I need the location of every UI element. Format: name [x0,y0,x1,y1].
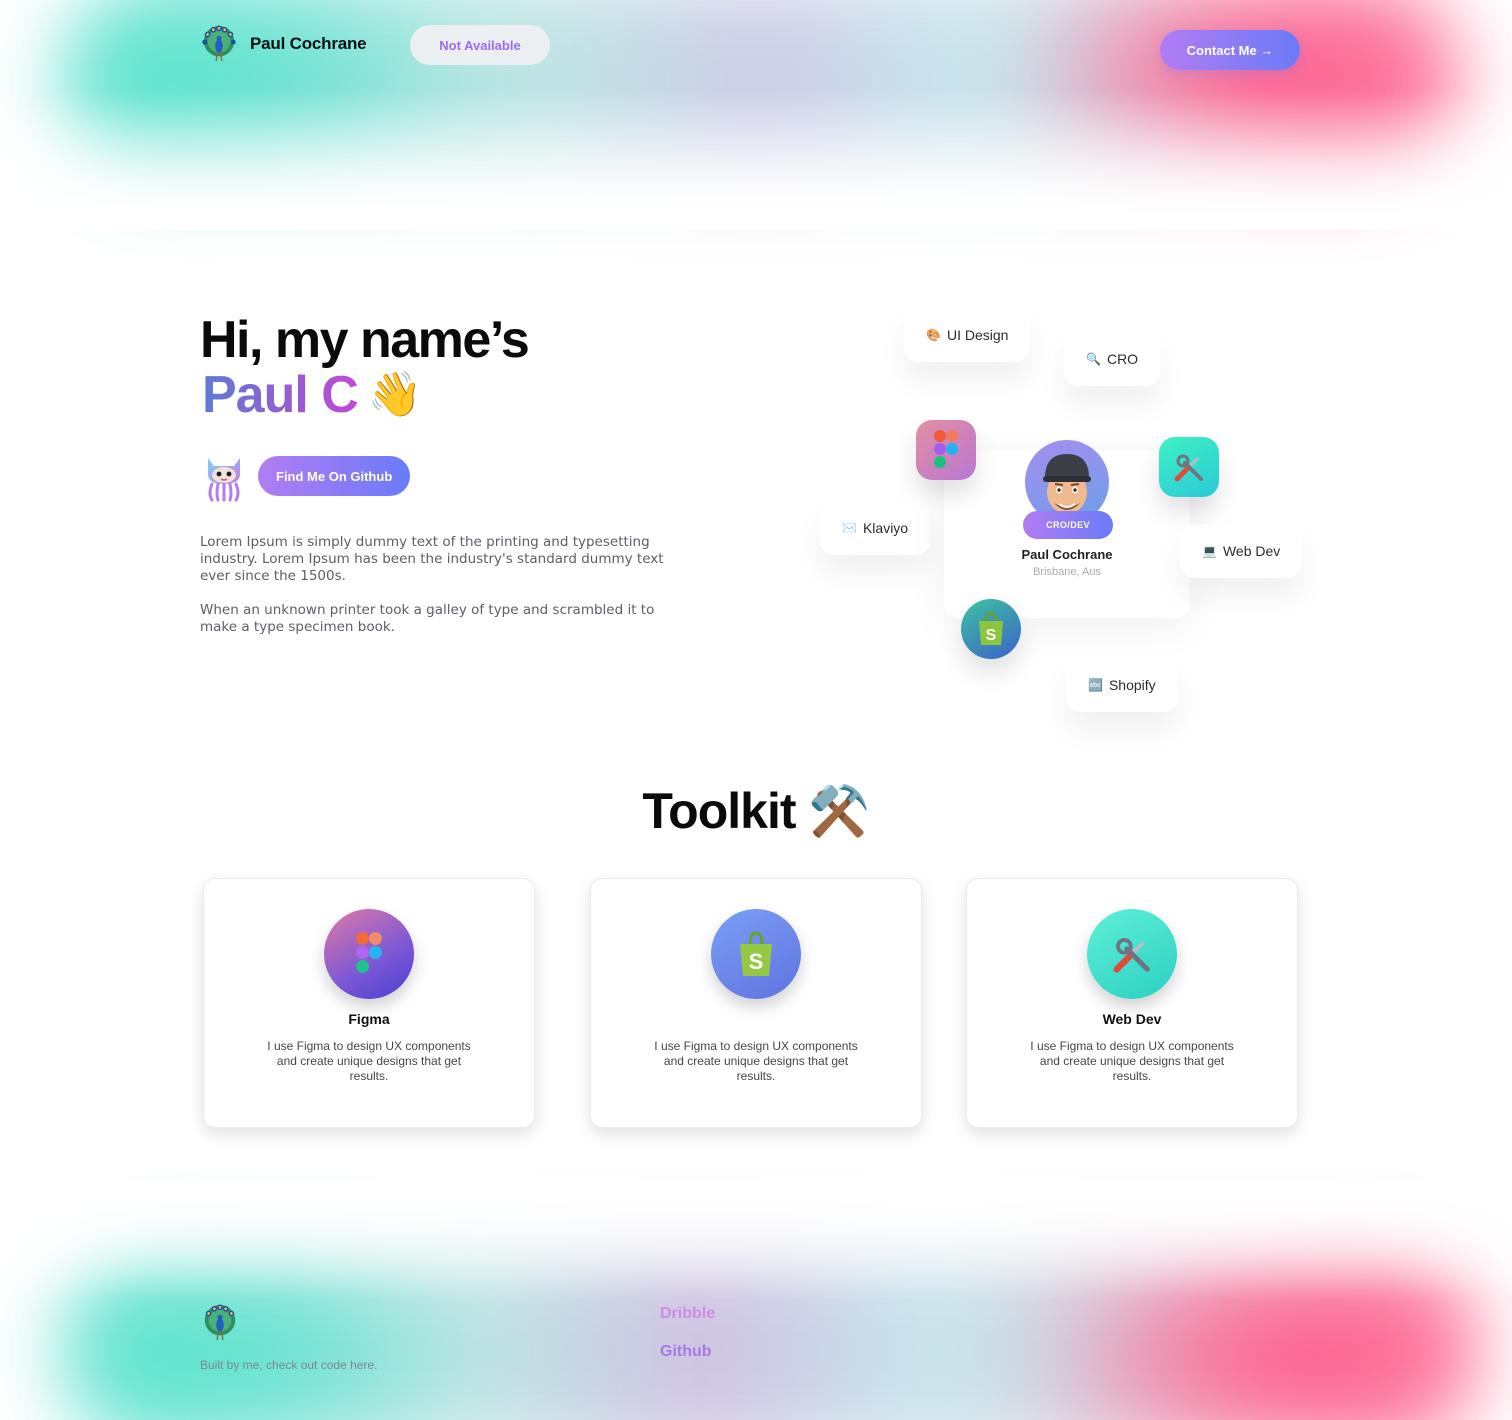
profile-name: Paul Cochrane [1021,547,1113,562]
laptop-icon: 💻 [1202,544,1217,558]
chip-ui-design: 🎨 UI Design [904,308,1031,362]
site-title: Paul Cochrane [250,34,367,53]
profile-location: Brisbane, Aus [1033,566,1101,578]
chip-web-dev: 💻 Web Dev [1180,524,1303,578]
chip-label: CRO [1106,351,1139,367]
peacock-logo-icon[interactable] [200,1304,240,1342]
role-badge: CRO/DEV [1023,511,1113,539]
figma-icon [934,430,958,468]
waving-hand-icon: 👋 [367,370,423,419]
hero-paragraph-2: When an unknown printer took a galley of… [200,602,655,635]
toolkit-card-figma: Figma I use Figma to design UX component… [203,878,535,1128]
chip-shopify: 🔤 Shopify [1066,658,1178,712]
magnifier-icon: 🔍 [1086,352,1101,366]
shopify-tile: S [961,599,1021,659]
chip-label: Web Dev [1222,543,1281,559]
find-me-on-github-button[interactable]: Find Me On Github [258,456,411,496]
envelope-icon: ✉️ [842,521,857,535]
peacock-logo-icon [202,25,236,62]
shopify-bag-icon: S [740,931,772,976]
site-logo[interactable]: Paul Cochrane [200,24,367,64]
shopify-bag-icon: S [979,611,1003,645]
tools-icon [1174,454,1203,482]
github-row: Find Me On Github [200,450,411,502]
toolkit-card-shopify: S I use Figma to design UX components an… [590,878,922,1128]
hero-name: Paul C [202,366,359,424]
web-dev-tile [1159,437,1219,497]
tool-description: I use Figma to design UX components and … [654,1039,858,1083]
tool-name: Figma [348,1011,390,1027]
contact-me-button[interactable]: Contact Me → [1160,30,1300,70]
chip-klaviyo: ✉️ Klaviyo [820,501,931,555]
toolkit-card-web-dev: Web Dev I use Figma to design UX compone… [966,878,1298,1128]
chip-label: Klaviyo [862,520,909,536]
header-gradient-fade [0,90,1512,230]
octocat-icon [208,458,240,502]
chip-label: UI Design [946,327,1009,343]
figma-icon [356,932,382,973]
shopify-badge: S [711,909,801,999]
toolkit-heading: Toolkit ⚒️ [0,782,1512,841]
web-dev-badge [1087,909,1177,999]
tools-icon [1113,938,1150,973]
tool-name: Web Dev [1102,1011,1162,1027]
footer-credit-link[interactable]: Built by me, check out code here. [200,1358,377,1372]
svg-text:S: S [986,627,997,644]
tool-description: I use Figma to design UX components and … [267,1039,471,1083]
figma-badge [324,909,414,999]
chip-cro: 🔍 CRO [1064,332,1161,386]
tool-description: I use Figma to design UX components and … [1030,1039,1234,1083]
figma-tile [916,420,976,480]
availability-badge: Not Available [410,25,550,65]
footer-link-github[interactable]: Github [660,1343,712,1361]
hero-paragraph-1: Lorem Ipsum is simply dummy text of the … [200,534,664,584]
abc-icon: 🔤 [1088,678,1103,692]
hammer-and-wrench-icon: ⚒️ [808,783,870,839]
palette-icon: 🎨 [926,328,941,342]
hero-name-row: Paul C 👋 [202,366,423,424]
footer-gradient-fade [0,1180,1512,1300]
footer-link-dribble[interactable]: Dribble [660,1305,715,1323]
toolkit-title: Toolkit [642,783,796,839]
svg-text:S: S [749,949,764,974]
chip-label: Shopify [1108,677,1156,693]
hero-greeting: Hi, my name’s [200,311,530,369]
